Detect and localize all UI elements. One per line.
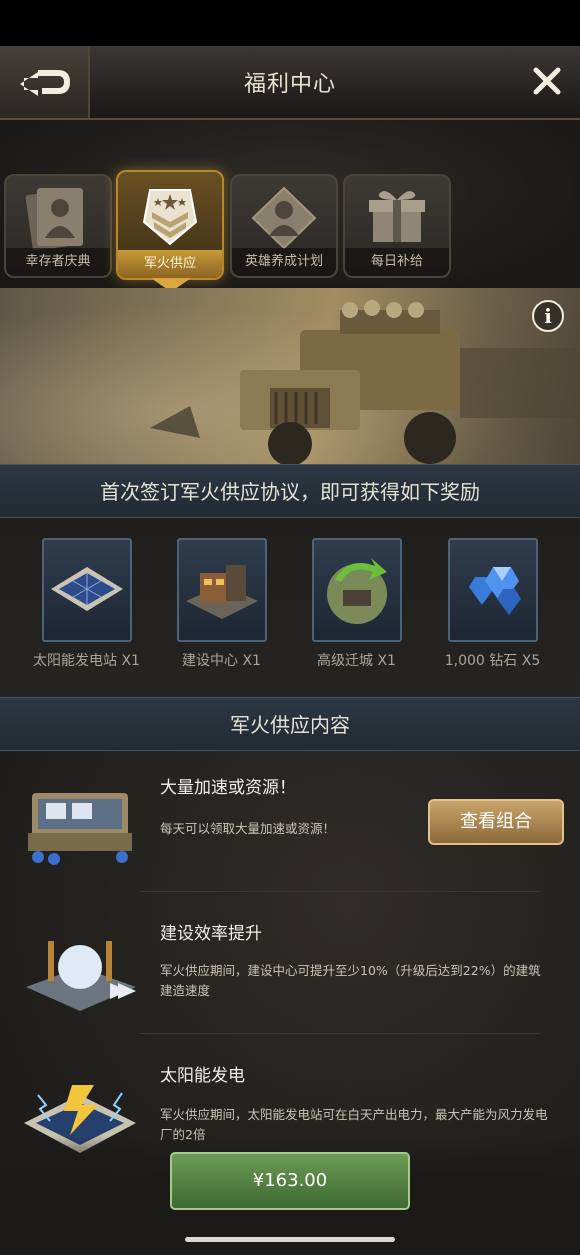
tab-hero-plan[interactable]: 英雄养成计划 (230, 174, 338, 278)
hero-diamond-icon (251, 186, 317, 250)
header: 福利中心 (0, 46, 580, 120)
supply-item-desc: 军火供应期间，建设中心可提升至少10%（升级后达到22%）的建筑建造速度 (160, 963, 541, 998)
reward-frame[interactable] (447, 538, 538, 642)
tab-daily-supply[interactable]: 每日补给 (343, 174, 451, 278)
reward-frame[interactable] (41, 538, 132, 642)
solar-station-icon (50, 567, 123, 611)
reward-label: 建设中心 X1 (182, 653, 261, 669)
gift-box-icon (369, 191, 425, 242)
first-sign-heading: 首次签订军火供应协议，即可获得如下奖励 (0, 464, 580, 518)
status-bar (0, 0, 580, 46)
home-indicator (185, 1237, 395, 1242)
supply-item-title: 太阳能发电 (160, 1066, 245, 1086)
diamond-icon (468, 567, 521, 615)
reward-label: 太阳能发电站 X1 (33, 653, 140, 669)
view-bundle-button[interactable]: 查看组合 (428, 799, 564, 845)
divider (140, 891, 540, 892)
supply-item-title: 大量加速或资源！ (160, 778, 296, 798)
buy-button[interactable]: ¥163.00 (170, 1152, 410, 1210)
reward-item: 高级迁城 X1 (289, 538, 424, 670)
supply-heading: 军火供应内容 (0, 697, 580, 751)
tab-label: 每日补给 (345, 248, 449, 276)
resource-chest-icon (18, 779, 144, 875)
close-icon[interactable] (530, 64, 564, 98)
survivor-card-icon (25, 188, 83, 250)
construction-boost-icon (18, 921, 144, 1017)
reward-frame[interactable] (176, 538, 267, 642)
purchase-area: ¥163.00 (0, 1135, 580, 1255)
tab-bar: 幸存者庆典 军火供应 英雄养成计划 每日补给 (0, 120, 580, 292)
tab-label: 幸存者庆典 (6, 248, 110, 276)
construction-center-icon (185, 565, 258, 619)
tab-military-supply[interactable]: 军火供应 (116, 170, 224, 280)
relocation-icon (326, 558, 387, 624)
military-rank-icon (142, 189, 198, 246)
page-title: 福利中心 (243, 72, 336, 97)
reward-frame[interactable] (311, 538, 402, 642)
reward-item: 1,000 钻石 X5 (425, 538, 560, 670)
reward-item: 太阳能发电站 X1 (19, 538, 154, 670)
tab-label: 英雄养成计划 (232, 248, 336, 276)
banner-image: i (0, 288, 580, 464)
tab-survivor-celebration[interactable]: 幸存者庆典 (4, 174, 112, 278)
reward-label: 1,000 钻石 X5 (444, 653, 541, 669)
reward-list: 太阳能发电站 X1 建设中心 X1 高级迁城 X1 1,000 钻石 X5 (0, 518, 580, 697)
tab-label: 军火供应 (118, 250, 222, 278)
supply-item-desc: 每天可以领取大量加速或资源！ (160, 821, 336, 836)
reward-item: 建设中心 X1 (154, 538, 289, 670)
supply-item-title: 建设效率提升 (160, 924, 262, 944)
info-button[interactable]: i (532, 300, 564, 332)
reward-label: 高级迁城 X1 (317, 653, 396, 669)
divider (140, 1033, 540, 1034)
armored-truck-icon (150, 300, 580, 464)
